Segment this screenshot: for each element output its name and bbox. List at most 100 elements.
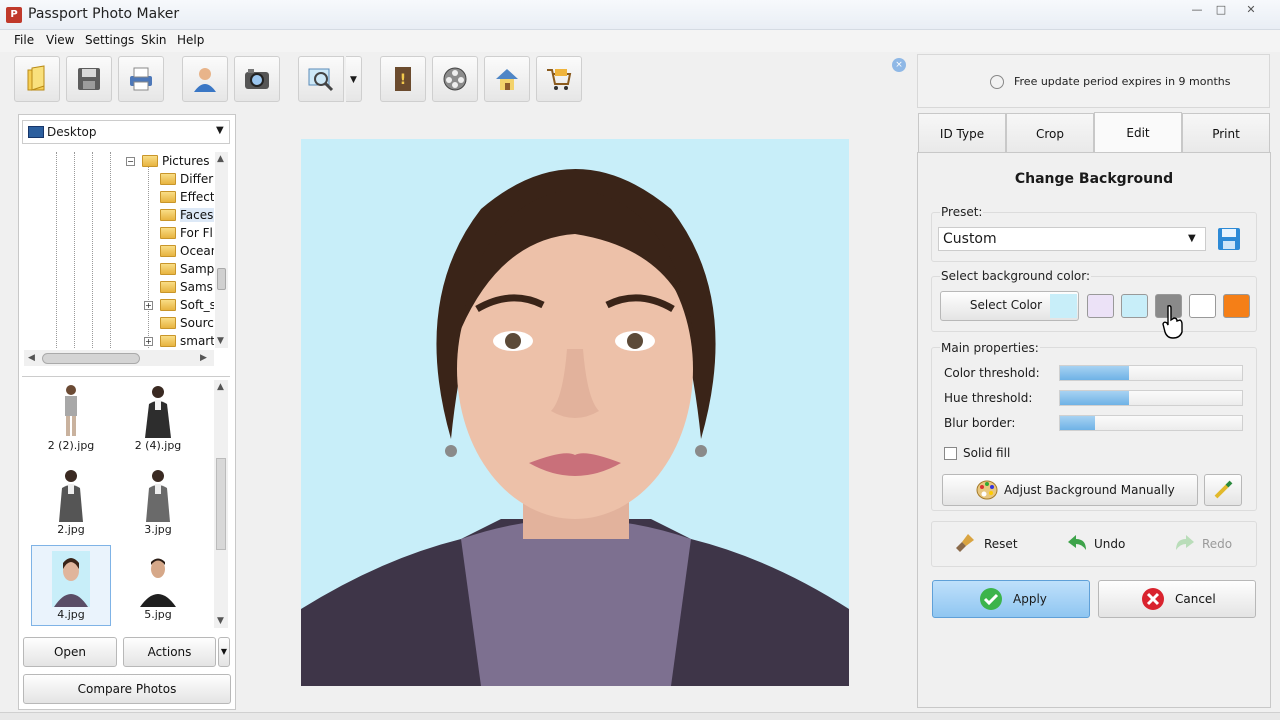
scroll-left-icon[interactable]: ◀ [28,353,35,363]
person-thumbnail-image [52,551,90,607]
redo-button[interactable]: Redo [1174,532,1254,556]
tab-print[interactable]: Print [1182,113,1270,153]
scroll-down-icon[interactable]: ▼ [217,616,224,626]
check-icon [980,588,1002,610]
thumbnail[interactable]: 2 (4).jpg [119,378,197,454]
print-button[interactable] [118,56,164,102]
chevron-down-icon[interactable]: ▼ [1188,233,1196,244]
close-window-button[interactable]: ✕ [1240,2,1262,18]
tree-expand-icon[interactable]: + [144,301,153,310]
status-bar [0,712,1280,720]
swatch-orange[interactable] [1223,294,1250,318]
scroll-up-icon[interactable]: ▲ [217,154,224,164]
tree-expand-icon[interactable]: + [144,337,153,346]
save-button[interactable] [66,56,112,102]
home-button[interactable] [484,56,530,102]
menu-help[interactable]: Help [177,33,204,47]
scroll-down-icon[interactable]: ▼ [217,336,224,346]
tree-guide [92,152,93,348]
current-color-swatch [1050,294,1077,318]
zoom-dropdown-arrow[interactable]: ▼ [346,56,362,102]
swatch-light-blue[interactable] [1121,294,1148,318]
desktop-icon [28,126,44,138]
tree-guide [74,152,75,348]
tree-item-pictures[interactable]: Pictures [162,154,212,168]
color-threshold-slider[interactable] [1059,365,1243,381]
apply-button[interactable]: Apply [932,580,1090,618]
compare-photos-button[interactable]: Compare Photos [23,674,231,704]
tree-item[interactable]: Effect [180,190,214,204]
tab-crop[interactable]: Crop [1006,113,1094,153]
save-icon [78,68,100,90]
slider-fill [1060,391,1130,405]
blur-border-slider[interactable] [1059,415,1243,431]
toolbar-close-icon[interactable]: × [892,58,906,72]
tree-item[interactable]: Sams [180,280,214,294]
menu-file[interactable]: File [14,33,34,47]
tree-item[interactable]: smart [180,334,214,348]
tree-item[interactable]: Differ [180,172,214,186]
tree-hscroll-thumb[interactable] [42,353,140,364]
tree-guide [148,166,149,348]
save-preset-button[interactable] [1217,227,1241,251]
tree-item[interactable]: For Fl [180,226,214,240]
photo-preview[interactable] [301,139,849,686]
chevron-down-icon[interactable]: ▼ [216,125,224,136]
cancel-button[interactable]: Cancel [1098,580,1256,618]
maximize-button[interactable]: □ [1210,2,1232,18]
camera-button[interactable] [234,56,280,102]
tree-collapse-icon[interactable]: − [126,157,135,166]
tree-vertical-scrollbar[interactable] [215,152,228,348]
actions-dropdown-arrow[interactable]: ▼ [218,637,230,667]
swatch-lavender[interactable] [1087,294,1114,318]
thumbnail[interactable]: 5.jpg [119,547,197,623]
zoom-button[interactable] [298,56,344,102]
panel-title: Change Background [1014,171,1174,187]
tree-item[interactable]: Sourc [180,316,214,330]
scroll-right-icon[interactable]: ▶ [200,353,207,363]
tree-scroll-thumb[interactable] [217,268,226,290]
user-button[interactable] [182,56,228,102]
cancel-x-icon [1142,588,1164,610]
tree-item[interactable]: Samp [180,262,214,276]
thumbnail-scroll-thumb[interactable] [216,458,226,550]
thumbnail[interactable]: 2.jpg [32,462,110,538]
color-picker-button[interactable] [1204,474,1242,506]
folder-icon [160,227,176,239]
menu-view[interactable]: View [46,33,74,47]
open-button[interactable] [14,56,60,102]
actions-button[interactable]: Actions [123,637,216,667]
scroll-up-icon[interactable]: ▲ [217,382,224,392]
menu-settings[interactable]: Settings [85,33,134,47]
film-reel-icon [443,67,467,91]
title-bar [0,0,1280,30]
film-reel-button[interactable] [432,56,478,102]
menu-skin[interactable]: Skin [141,33,167,47]
help-book-button[interactable]: ! [380,56,426,102]
folder-icon [160,209,176,221]
hue-threshold-slider[interactable] [1059,390,1243,406]
open-photo-button[interactable]: Open [23,637,117,667]
tree-item[interactable]: Ocean [180,244,214,258]
reset-button[interactable]: Reset [954,532,1034,556]
thumbnail-label: 2 (4).jpg [134,439,182,452]
solid-fill-checkbox[interactable] [944,447,957,460]
tab-edit[interactable]: Edit [1094,112,1182,154]
folder-icon [142,155,158,167]
minimize-button[interactable]: — [1186,2,1208,18]
swatch-white[interactable] [1189,294,1216,318]
thumbnail[interactable]: 3.jpg [119,462,197,538]
thumbnail-selected[interactable]: 4.jpg [32,547,110,623]
bg-color-label: Select background color: [940,269,1092,283]
blur-border-label: Blur border: [944,416,1016,430]
hue-threshold-label: Hue threshold: [944,391,1033,405]
undo-button[interactable]: Undo [1066,532,1146,556]
tree-item-selected[interactable]: Faces [180,208,214,222]
floppy-disk-icon [1218,228,1240,250]
tree-item[interactable]: Soft_s [180,298,214,312]
folder-icon [160,245,176,257]
tab-id-type[interactable]: ID Type [918,113,1006,153]
thumbnail[interactable]: 2 (2).jpg [32,378,110,454]
folder-icon [160,299,176,311]
cart-button[interactable] [536,56,582,102]
